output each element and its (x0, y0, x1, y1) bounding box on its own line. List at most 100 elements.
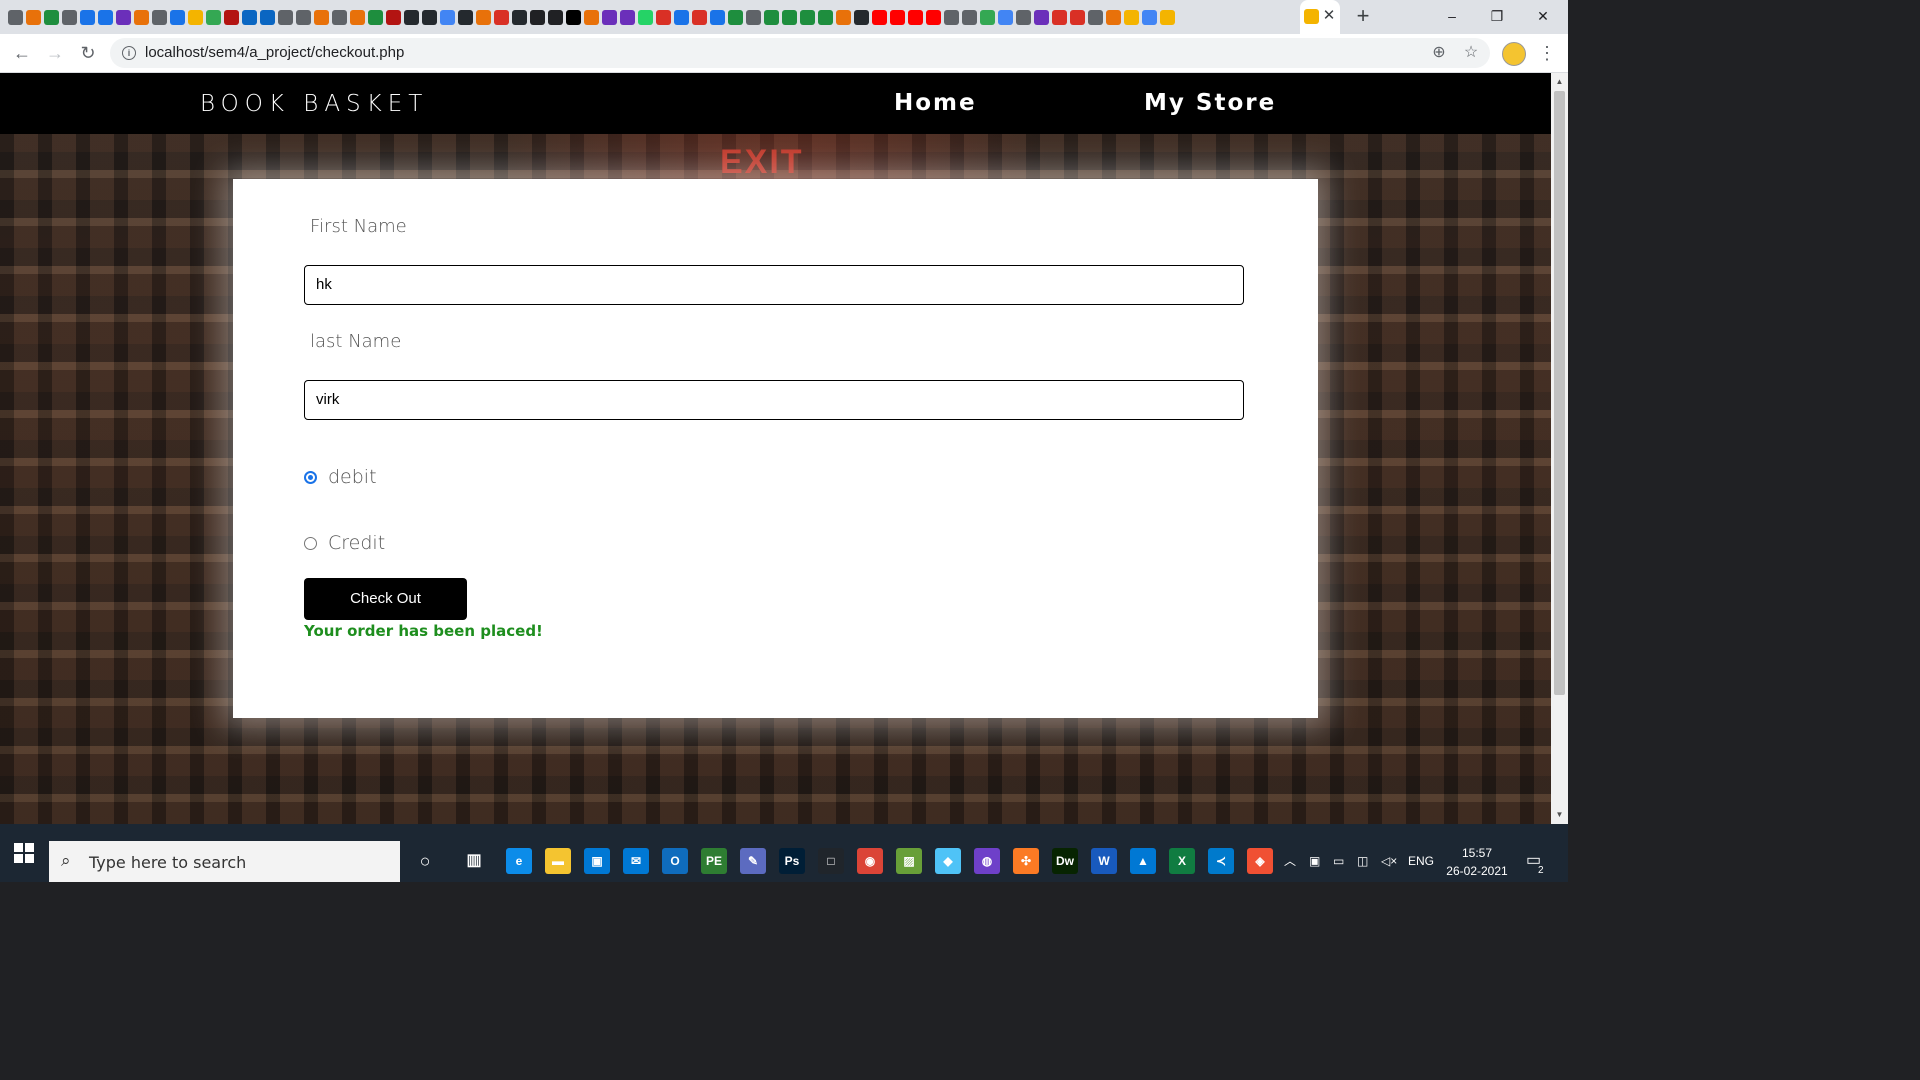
device-icon[interactable]: ▣ (1309, 852, 1320, 870)
chrome-icon[interactable]: ◉ (857, 848, 883, 874)
tab-favicon-icon[interactable] (440, 9, 455, 25)
tab-favicon-icon[interactable] (152, 9, 167, 25)
tab-favicon-icon[interactable] (386, 9, 401, 25)
network-icon[interactable]: ◫ (1357, 852, 1368, 870)
scrollbar-thumb[interactable] (1554, 91, 1565, 695)
tab-favicon-icon[interactable] (296, 9, 311, 25)
tab-favicon-icon[interactable] (854, 9, 869, 25)
tab-favicon-list[interactable] (8, 7, 1175, 27)
active-tab[interactable]: ✕ (1300, 0, 1340, 34)
site-info-icon[interactable]: i (122, 46, 136, 60)
tab-favicon-icon[interactable] (458, 9, 473, 25)
windows-start-icon[interactable] (14, 843, 34, 863)
address-bar[interactable]: i localhost/sem4/a_project/checkout.php … (110, 38, 1490, 68)
tab-favicon-icon[interactable] (314, 9, 329, 25)
tab-favicon-icon[interactable] (26, 9, 41, 25)
close-window-icon[interactable]: ✕ (1533, 6, 1553, 26)
forward-arrow-icon[interactable]: → (44, 42, 66, 64)
tab-favicon-icon[interactable] (404, 9, 419, 25)
edge-icon[interactable]: e (506, 848, 532, 874)
excel-icon[interactable]: X (1169, 848, 1195, 874)
tab-favicon-icon[interactable] (944, 9, 959, 25)
battery-icon[interactable]: ▭ (1333, 852, 1344, 870)
tab-favicon-icon[interactable] (224, 9, 239, 25)
debit-radio[interactable] (304, 470, 317, 484)
tab-favicon-icon[interactable] (278, 9, 293, 25)
tab-favicon-icon[interactable] (494, 9, 509, 25)
url-text[interactable]: localhost/sem4/a_project/checkout.php (145, 44, 404, 61)
tab-favicon-icon[interactable] (908, 9, 923, 25)
tab-favicon-icon[interactable] (1034, 9, 1049, 25)
photos-icon[interactable]: ▲ (1130, 848, 1156, 874)
zoom-icon[interactable]: ⊕ (1428, 42, 1450, 64)
tray-language[interactable]: ENG (1408, 852, 1434, 870)
cortana-icon[interactable]: ○ (412, 848, 438, 874)
tab-favicon-icon[interactable] (692, 9, 707, 25)
tab-favicon-icon[interactable] (890, 9, 905, 25)
tab-favicon-icon[interactable] (512, 9, 527, 25)
tab-favicon-icon[interactable] (98, 9, 113, 25)
tab-favicon-icon[interactable] (980, 9, 995, 25)
tab-favicon-icon[interactable] (1052, 9, 1067, 25)
reload-icon[interactable]: ↻ (77, 42, 99, 64)
tab-favicon-icon[interactable] (350, 9, 365, 25)
git-icon[interactable]: ◈ (1247, 848, 1273, 874)
tab-favicon-icon[interactable] (800, 9, 815, 25)
back-arrow-icon[interactable]: ← (11, 42, 33, 64)
tab-favicon-icon[interactable] (584, 9, 599, 25)
new-tab-button[interactable]: + (1352, 5, 1374, 27)
paint-icon[interactable]: ✎ (740, 848, 766, 874)
xampp-icon[interactable]: ✣ (1013, 848, 1039, 874)
checkout-button[interactable]: Check Out (304, 578, 467, 620)
scroll-up-arrow-icon[interactable]: ▲ (1551, 75, 1568, 89)
tab-favicon-icon[interactable] (926, 9, 941, 25)
scroll-down-arrow-icon[interactable]: ▼ (1551, 808, 1568, 822)
outlook-icon[interactable]: O (662, 848, 688, 874)
tab-favicon-icon[interactable] (8, 9, 23, 25)
tab-favicon-icon[interactable] (80, 9, 95, 25)
tab-favicon-icon[interactable] (476, 9, 491, 25)
tab-favicon-icon[interactable] (1124, 9, 1139, 25)
github-icon[interactable]: ◍ (974, 848, 1000, 874)
payment-option-debit[interactable]: debit (304, 465, 377, 489)
tab-favicon-icon[interactable] (764, 9, 779, 25)
tab-favicon-icon[interactable] (962, 9, 977, 25)
dreamweaver-icon[interactable]: Dw (1052, 848, 1078, 874)
tab-favicon-icon[interactable] (530, 9, 545, 25)
tab-favicon-icon[interactable] (746, 9, 761, 25)
tab-favicon-icon[interactable] (782, 9, 797, 25)
mail-icon[interactable]: ✉ (623, 848, 649, 874)
tab-favicon-icon[interactable] (602, 9, 617, 25)
restore-window-icon[interactable]: ❐ (1487, 6, 1507, 26)
tab-favicon-icon[interactable] (818, 9, 833, 25)
show-hidden-icons-icon[interactable]: ︿ (1284, 852, 1296, 870)
volume-muted-icon[interactable]: ◁× (1381, 852, 1397, 870)
tab-close-icon[interactable]: ✕ (1320, 7, 1338, 25)
taskbar-clock[interactable]: 15:57 26-02-2021 (1442, 844, 1512, 880)
photoshop-icon[interactable]: Ps (779, 848, 805, 874)
last-name-input[interactable]: virk (304, 380, 1244, 420)
minimize-window-icon[interactable]: – (1442, 6, 1462, 26)
page-scrollbar[interactable]: ▲ ▼ (1551, 73, 1568, 824)
browser-menu-icon[interactable]: ⋮ (1538, 42, 1556, 64)
task-view-icon[interactable]: ▥ (461, 848, 487, 874)
notes-icon[interactable]: ◆ (935, 848, 961, 874)
file-explorer-icon[interactable]: ▬ (545, 848, 571, 874)
tab-favicon-icon[interactable] (548, 9, 563, 25)
tab-favicon-icon[interactable] (260, 9, 275, 25)
tab-favicon-icon[interactable] (62, 9, 77, 25)
tab-favicon-icon[interactable] (872, 9, 887, 25)
tab-favicon-icon[interactable] (1106, 9, 1121, 25)
tab-favicon-icon[interactable] (1070, 9, 1085, 25)
tab-favicon-icon[interactable] (1088, 9, 1103, 25)
tab-favicon-icon[interactable] (188, 9, 203, 25)
ide-icon[interactable]: □ (818, 848, 844, 874)
nav-link-my-store[interactable]: My Store (1144, 90, 1276, 116)
vscode-icon[interactable]: ≺ (1208, 848, 1234, 874)
word-icon[interactable]: W (1091, 848, 1117, 874)
tab-favicon-icon[interactable] (728, 9, 743, 25)
tab-favicon-icon[interactable] (998, 9, 1013, 25)
pe-icon[interactable]: PE (701, 848, 727, 874)
nav-link-home[interactable]: Home (894, 90, 977, 116)
tab-favicon-icon[interactable] (242, 9, 257, 25)
